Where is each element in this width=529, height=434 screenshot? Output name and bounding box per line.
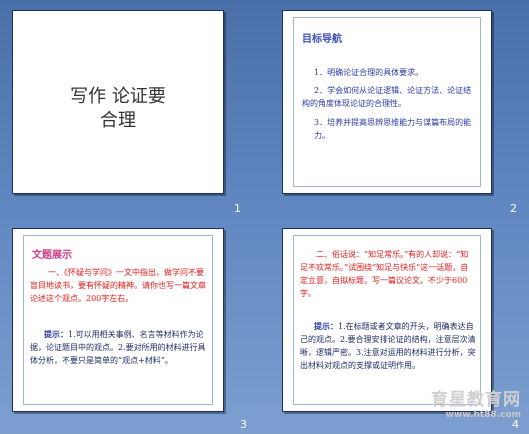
slide-4-hint: 提示：1.在标题或者文章的开头，明确表达自己的观点。2.要合理安排论证的结构，注… <box>300 320 476 372</box>
slide-2-item-1: 1．明确论证合理的具体要求。 <box>314 68 424 77</box>
slide-3-number: 3 <box>240 418 247 431</box>
slide-4-prompt: 二、俗话说：“知足常乐。”有的人却说：“知足不欢常乐。”试围绕“知足与快乐”这一… <box>300 250 469 298</box>
watermark-url: www.ht88.com <box>445 410 521 420</box>
slide-2-thumbnail[interactable]: 目标导航 1．明确论证合理的具体要求。 2．学会如何从论证逻辑、论证方法、论证结… <box>282 10 492 194</box>
slide-1-title: 写作 论证要 合理 <box>13 85 223 133</box>
slide-3-prompt: 一、《怀疑与学问》一文中指出，做学问不要盲目地读书，要有怀疑的精神。请你也写一篇… <box>30 268 206 303</box>
slide-2-item-2: 2．学会如何从论证逻辑、论证方法、论证结构的角度体现论证的合理性。 <box>302 86 472 108</box>
slide-3-heading: 文题展示 <box>32 250 72 261</box>
slide-2-frame: 目标导航 1．明确论证合理的具体要求。 2．学会如何从论证逻辑、论证方法、论证结… <box>293 17 481 187</box>
watermark-logo: 育星教育网 www.ht88.com <box>431 385 521 420</box>
slide-1-thumbnail[interactable]: 写作 论证要 合理 <box>12 10 224 194</box>
slide-4-hint-label: 提示： <box>314 321 338 331</box>
watermark-title: 育星教育网 <box>431 390 521 410</box>
slide-3-hint: 提示：1.可以用相关事例、名言等材料作为论据，论证题目中的观点。2.要对所用的材… <box>30 328 208 367</box>
slide-2-heading: 目标导航 <box>302 34 342 45</box>
slide-3-frame: 文题展示 一、《怀疑与学问》一文中指出，做学问不要盲目地读书，要有怀疑的精神。请… <box>23 235 213 405</box>
slide-1-title-line-2: 合理 <box>100 110 136 131</box>
slide-1-title-line-1: 写作 论证要 <box>70 86 166 107</box>
slide-3-hint-label: 提示： <box>44 329 68 339</box>
slide-2-item-3: 3．培养并提高思辨思维能力与谋篇布局的能力。 <box>314 118 472 140</box>
slide-1-number: 1 <box>234 202 241 215</box>
slide-4-frame: 二、俗话说：“知足常乐。”有的人却说：“知足不欢常乐。”试围绕“知足与快乐”这一… <box>293 235 481 405</box>
slide-2-number: 2 <box>510 202 517 215</box>
slide-3-thumbnail[interactable]: 文题展示 一、《怀疑与学问》一文中指出，做学问不要盲目地读书，要有怀疑的精神。请… <box>12 228 224 412</box>
